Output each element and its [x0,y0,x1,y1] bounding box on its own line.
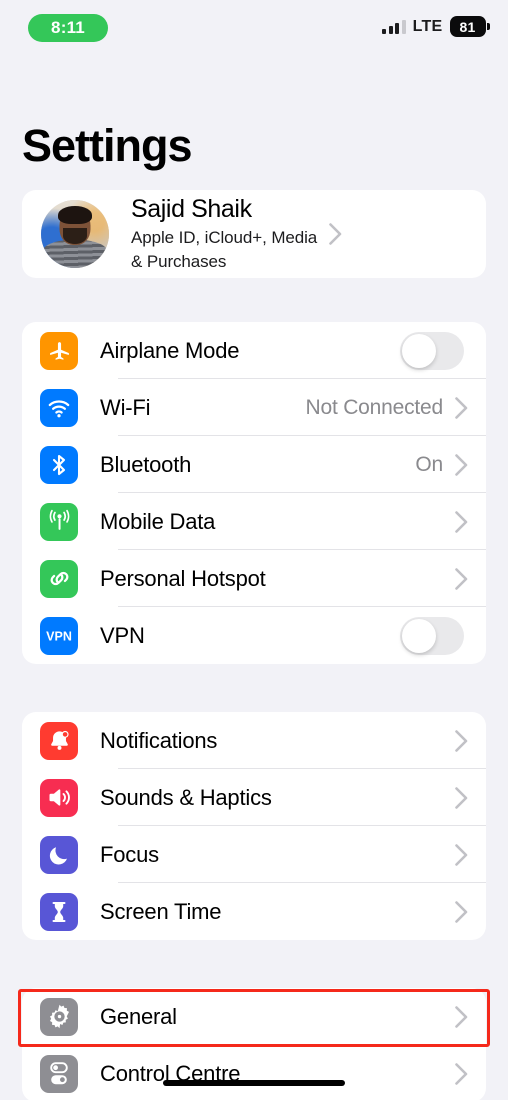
chevron-right-icon [455,453,468,476]
apple-id-row[interactable]: Sajid Shaik Apple ID, iCloud+, Media & P… [22,190,486,278]
hourglass-icon [40,892,78,931]
toggle-switch[interactable] [400,616,464,655]
svg-text:VPN: VPN [46,629,72,643]
hotspot-icon [40,559,78,598]
iphone-settings-screen: 8:11 LTE 81 Settings Sajid Shaik Apple I… [0,0,508,1100]
speaker-icon [40,778,78,817]
settings-row-label: Personal Hotspot [100,565,266,591]
settings-row-value: On [415,452,443,476]
apple-id-group: Sajid Shaik Apple ID, iCloud+, Media & P… [22,190,486,278]
apple-id-text: Sajid Shaik Apple ID, iCloud+, Media & P… [131,195,317,272]
chevron-right-icon [329,223,342,245]
bell-icon [40,721,78,760]
vpn-icon: VPN [40,616,78,655]
avatar [41,200,109,268]
battery-nub [487,23,490,30]
chevron-right-icon [455,1062,468,1085]
settings-row-label: Mobile Data [100,508,216,534]
apple-id-subtitle-line1: Apple ID, iCloud+, Media [131,228,318,248]
status-bar: 8:11 LTE 81 [0,0,508,56]
apple-id-subtitle-line2: & Purchases [131,252,227,272]
settings-row-label: VPN [100,622,145,648]
toggle-knob [402,618,436,653]
antenna-icon [40,502,78,541]
chevron-right-icon [455,567,468,590]
network-type-label: LTE [412,17,443,35]
chevron-right-icon [455,843,468,866]
toggle-knob [402,333,436,368]
status-time: 8:11 [51,18,85,37]
apple-id-name: Sajid Shaik [131,195,252,224]
status-time-pill[interactable]: 8:11 [28,14,108,42]
settings-row-label: Wi-Fi [100,394,151,420]
settings-row-wi-fi[interactable]: Wi-Fi Not Connected [22,379,486,436]
cellular-signal-icon [382,19,406,34]
settings-row-label: Screen Time [100,898,222,924]
wifi-icon [40,388,78,427]
bluetooth-icon [40,445,78,484]
chevron-right-icon [455,510,468,533]
settings-row-notifications[interactable]: Notifications [22,712,486,769]
settings-row-control-centre[interactable]: Control Centre [22,1045,486,1100]
chevron-right-icon [455,729,468,752]
gear-icon [40,997,78,1036]
settings-row-personal-hotspot[interactable]: Personal Hotspot [22,550,486,607]
settings-row-label: Airplane Mode [100,337,240,363]
settings-row-vpn[interactable]: VPN VPN [22,607,486,664]
settings-row-screen-time[interactable]: Screen Time [22,883,486,940]
chevron-right-icon [455,1005,468,1028]
settings-row-label: General [100,1003,177,1029]
chevron-right-icon [455,786,468,809]
settings-row-mobile-data[interactable]: Mobile Data [22,493,486,550]
airplane-icon [40,331,78,370]
control-centre-icon [40,1054,78,1093]
settings-row-label: Focus [100,841,159,867]
settings-row-sounds-haptics[interactable]: Sounds & Haptics [22,769,486,826]
settings-row-label: Notifications [100,727,218,753]
status-indicators: LTE 81 [382,16,490,37]
settings-row-label: Bluetooth [100,451,192,477]
settings-row-bluetooth[interactable]: Bluetooth On [22,436,486,493]
settings-row-general[interactable]: General [22,988,486,1045]
alerts-group: Notifications Sounds & Haptics Focus Screen… [22,712,486,940]
settings-row-airplane-mode[interactable]: Airplane Mode [22,322,486,379]
chevron-right-icon [455,900,468,923]
battery-level-label: 81 [449,16,486,37]
settings-row-value: Not Connected [305,395,444,419]
chevron-right-icon [455,396,468,419]
settings-row-label: Sounds & Haptics [100,784,272,810]
settings-row-focus[interactable]: Focus [22,826,486,883]
battery-icon: 81 [449,16,490,37]
moon-icon [40,835,78,874]
page-title: Settings [22,120,193,171]
connectivity-group: Airplane Mode Wi-Fi Not Connected Bluetooth… [22,322,486,664]
toggle-switch[interactable] [400,331,464,370]
home-indicator[interactable] [163,1080,345,1086]
